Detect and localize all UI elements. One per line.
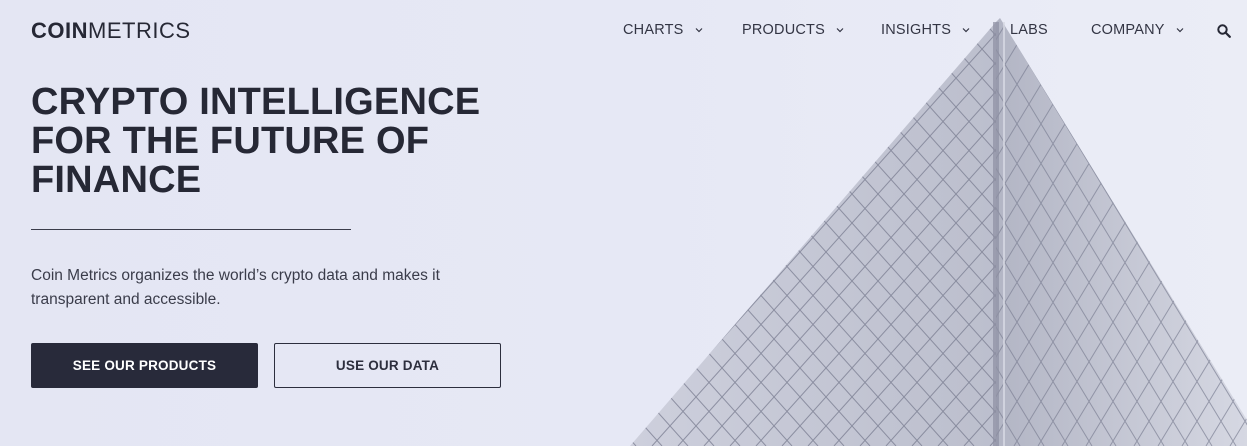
logo-bold-text: COIN	[31, 18, 88, 43]
button-label: SEE OUR PRODUCTS	[72, 358, 217, 373]
coinmetrics-logo[interactable]: COINMETRICS	[31, 18, 191, 44]
hero-headline: CRYPTO INTELLIGENCE FOR THE FUTURE OF FI…	[31, 83, 480, 200]
button-label: USE OUR DATA	[335, 358, 440, 373]
nav-item-charts[interactable]: CHARTS	[623, 22, 703, 38]
use-our-data-button[interactable]: USE OUR DATA	[274, 343, 501, 388]
nav-label: LABS	[1010, 22, 1048, 38]
nav-item-insights[interactable]: INSIGHTS	[881, 22, 970, 38]
nav-label: CHARTS	[623, 22, 684, 38]
nav-item-labs[interactable]: LABS	[1010, 22, 1048, 38]
logo-light-text: METRICS	[88, 18, 191, 43]
chevron-down-icon	[1176, 28, 1184, 33]
nav-item-company[interactable]: COMPANY	[1091, 22, 1184, 38]
nav-label: INSIGHTS	[881, 22, 952, 38]
see-our-products-button[interactable]: SEE OUR PRODUCTS	[31, 343, 258, 388]
subtitle-line: Coin Metrics organizes the world’s crypt…	[31, 267, 440, 284]
site-header: COINMETRICS CHARTS PRODUCTS INSIGHTS LAB…	[0, 0, 1247, 62]
nav-label: PRODUCTS	[742, 22, 825, 38]
headline-line: FINANCE	[31, 159, 202, 201]
headline-line: FOR THE FUTURE OF	[31, 120, 430, 162]
hero-subtitle: Coin Metrics organizes the world’s crypt…	[31, 264, 471, 312]
chevron-down-icon	[962, 28, 970, 33]
headline-line: CRYPTO INTELLIGENCE	[31, 81, 481, 123]
search-icon[interactable]	[1217, 24, 1231, 38]
hero-divider	[31, 229, 351, 230]
chevron-down-icon	[836, 28, 844, 33]
nav-label: COMPANY	[1091, 22, 1165, 38]
chevron-down-icon	[695, 28, 703, 33]
nav-item-products[interactable]: PRODUCTS	[742, 22, 844, 38]
subtitle-line: transparent and accessible.	[31, 291, 221, 308]
